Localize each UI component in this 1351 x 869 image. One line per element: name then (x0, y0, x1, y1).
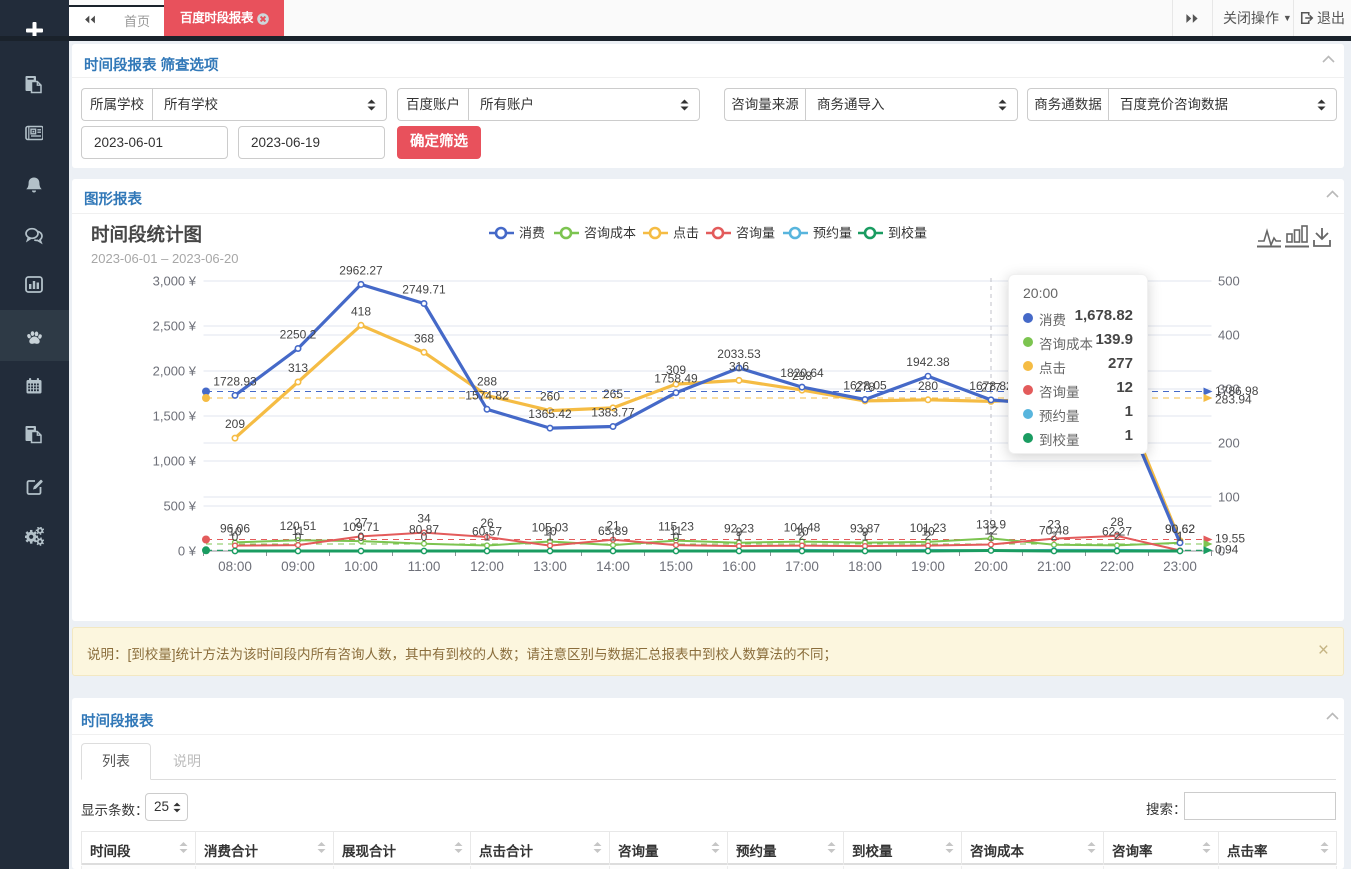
svg-text:283.94: 283.94 (1215, 393, 1252, 407)
svg-text:280: 280 (918, 379, 938, 393)
svg-text:点击: 点击 (673, 226, 699, 241)
svg-text:400: 400 (1218, 328, 1240, 343)
svg-text:500: 500 (1218, 274, 1240, 289)
svg-text:1,500 ¥: 1,500 ¥ (153, 409, 197, 424)
svg-text:2250.2: 2250.2 (280, 328, 317, 342)
svg-text:2: 2 (1051, 529, 1058, 543)
svg-text:1: 1 (862, 530, 869, 544)
svg-text:17:00: 17:00 (785, 559, 819, 574)
svg-text:0: 0 (295, 530, 302, 544)
svg-text:2: 2 (799, 529, 806, 543)
svg-text:0.94: 0.94 (1215, 543, 1239, 557)
svg-text:2: 2 (925, 529, 932, 543)
svg-text:1: 1 (484, 530, 491, 544)
svg-text:21:00: 21:00 (1037, 559, 1071, 574)
svg-text:15:00: 15:00 (659, 559, 693, 574)
svg-text:100: 100 (1218, 490, 1240, 505)
svg-text:13:00: 13:00 (533, 559, 567, 574)
svg-text:2,500 ¥: 2,500 ¥ (153, 319, 197, 334)
svg-text:1: 1 (610, 530, 617, 544)
svg-text:3,000 ¥: 3,000 ¥ (153, 274, 197, 289)
svg-text:时间段统计图: 时间段统计图 (91, 224, 202, 245)
svg-text:1: 1 (547, 530, 554, 544)
svg-text:1: 1 (736, 530, 743, 544)
svg-text:1383.77: 1383.77 (591, 406, 635, 420)
svg-text:咨询量: 咨询量 (736, 226, 775, 241)
svg-text:1: 1 (1177, 530, 1184, 544)
svg-text:0: 0 (421, 530, 428, 544)
svg-text:2: 2 (1114, 529, 1121, 543)
svg-text:368: 368 (414, 331, 434, 345)
svg-text:316: 316 (729, 359, 749, 373)
svg-text:1942.38: 1942.38 (906, 355, 950, 369)
svg-text:20:00: 20:00 (974, 559, 1008, 574)
svg-text:2,000 ¥: 2,000 ¥ (153, 364, 197, 379)
svg-text:260: 260 (540, 390, 560, 404)
svg-text:08:00: 08:00 (218, 559, 252, 574)
svg-text:313: 313 (288, 361, 308, 375)
svg-text:23:00: 23:00 (1163, 559, 1197, 574)
svg-text:11:00: 11:00 (408, 559, 441, 574)
svg-text:1: 1 (988, 530, 995, 544)
svg-text:14:00: 14:00 (596, 559, 630, 574)
svg-text:277: 277 (981, 380, 1001, 394)
svg-text:10:00: 10:00 (344, 559, 378, 574)
svg-text:2023-06-01 – 2023-06-20: 2023-06-01 – 2023-06-20 (91, 251, 238, 266)
svg-text:到校量: 到校量 (888, 226, 927, 241)
svg-text:2962.27: 2962.27 (339, 263, 383, 277)
svg-text:2749.71: 2749.71 (402, 283, 446, 297)
svg-text:1728.93: 1728.93 (213, 374, 257, 388)
svg-text:1365.42: 1365.42 (528, 407, 572, 421)
svg-text:209: 209 (225, 417, 245, 431)
svg-text:22:00: 22:00 (1100, 559, 1134, 574)
svg-text:0: 0 (232, 530, 239, 544)
svg-text:预约量: 预约量 (813, 226, 852, 241)
svg-text:309: 309 (666, 363, 686, 377)
svg-text:12:00: 12:00 (470, 559, 504, 574)
svg-text:1,000 ¥: 1,000 ¥ (153, 454, 197, 469)
svg-text:500 ¥: 500 ¥ (163, 499, 196, 514)
svg-text:0: 0 (673, 530, 680, 544)
svg-text:200: 200 (1218, 436, 1240, 451)
svg-text:18:00: 18:00 (848, 559, 882, 574)
svg-text:265: 265 (603, 387, 623, 401)
svg-text:09:00: 09:00 (281, 559, 315, 574)
svg-text:288: 288 (477, 375, 497, 389)
svg-text:298: 298 (792, 369, 812, 383)
svg-text:咨询成本: 咨询成本 (584, 226, 636, 241)
svg-text:19:00: 19:00 (911, 559, 945, 574)
svg-text:278: 278 (855, 380, 875, 394)
svg-text:0: 0 (358, 530, 365, 544)
svg-text:1574.82: 1574.82 (465, 388, 509, 402)
svg-text:418: 418 (351, 304, 371, 318)
svg-text:消费: 消费 (519, 226, 545, 241)
svg-text:16:00: 16:00 (722, 559, 756, 574)
svg-text:0 ¥: 0 ¥ (178, 544, 197, 559)
